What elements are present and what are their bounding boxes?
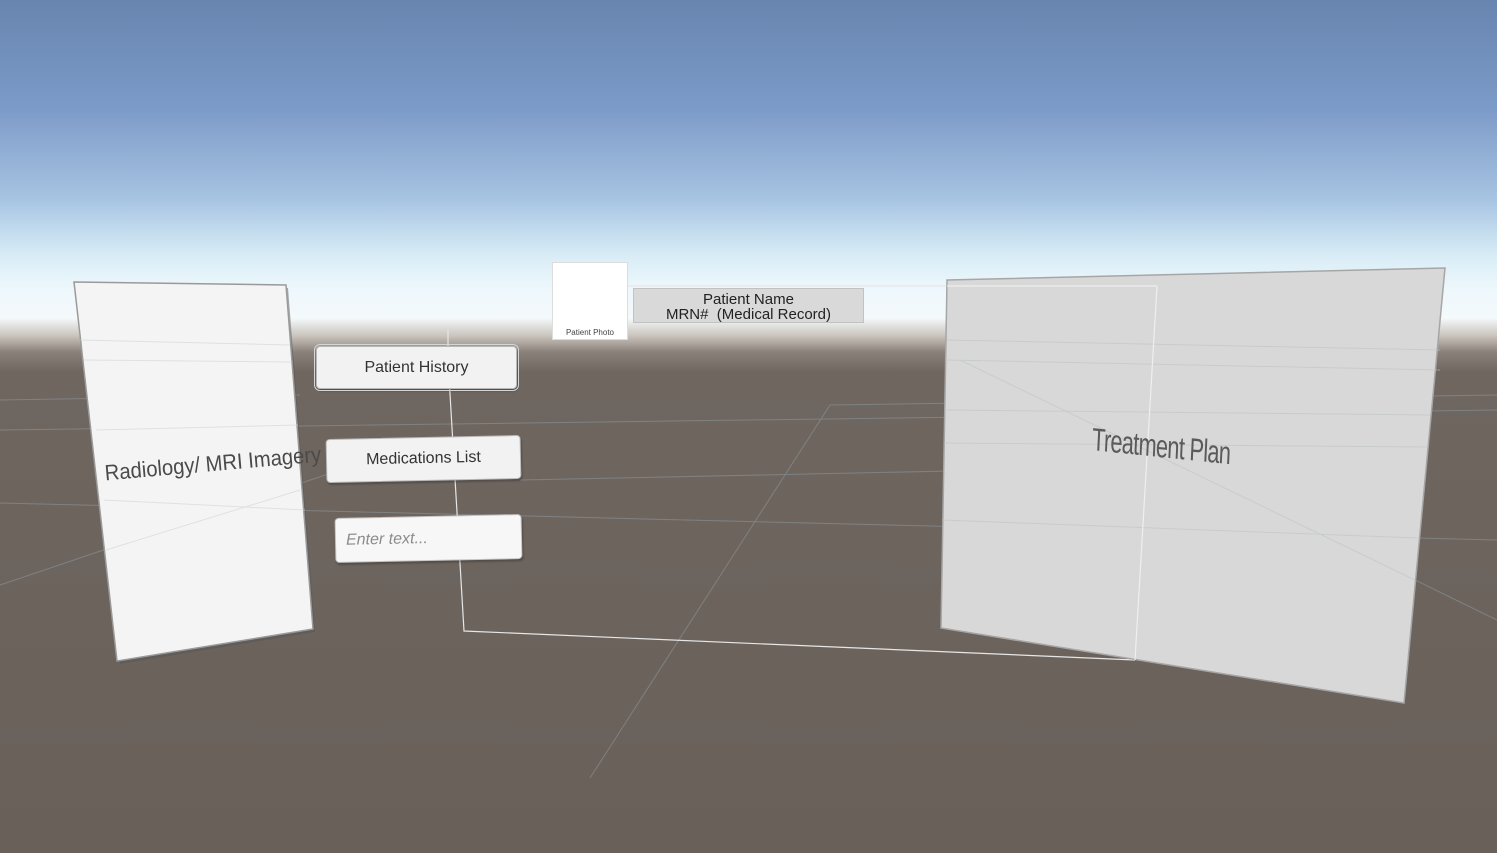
medications-list-button[interactable]: Medications List	[325, 434, 522, 484]
radiology-panel-label: Radiology/ MRI Imagery	[103, 441, 323, 486]
vr-scene: Radiology/ MRI Imagery Patient History M…	[0, 0, 1497, 853]
patient-mrn: MRN# (Medical Record)	[665, 306, 832, 323]
patient-info-card: Patient Name MRN# (Medical Record)	[633, 288, 864, 323]
patient-photo: Patient Photo	[552, 262, 628, 340]
radiology-panel[interactable]	[0, 0, 1497, 853]
patient-history-button[interactable]: Patient History	[314, 344, 519, 391]
enter-text-input[interactable]	[334, 514, 523, 563]
patient-photo-label: Patient Photo	[565, 328, 615, 337]
patient-name: Patient Name	[703, 291, 794, 308]
treatment-plan-label: Treatment Plan	[1091, 421, 1232, 472]
treatment-plan-panel[interactable]	[0, 0, 1497, 853]
patient-history-label: Patient History	[364, 358, 469, 376]
ground-grid	[0, 285, 1497, 779]
medications-list-label: Medications List	[365, 448, 482, 469]
